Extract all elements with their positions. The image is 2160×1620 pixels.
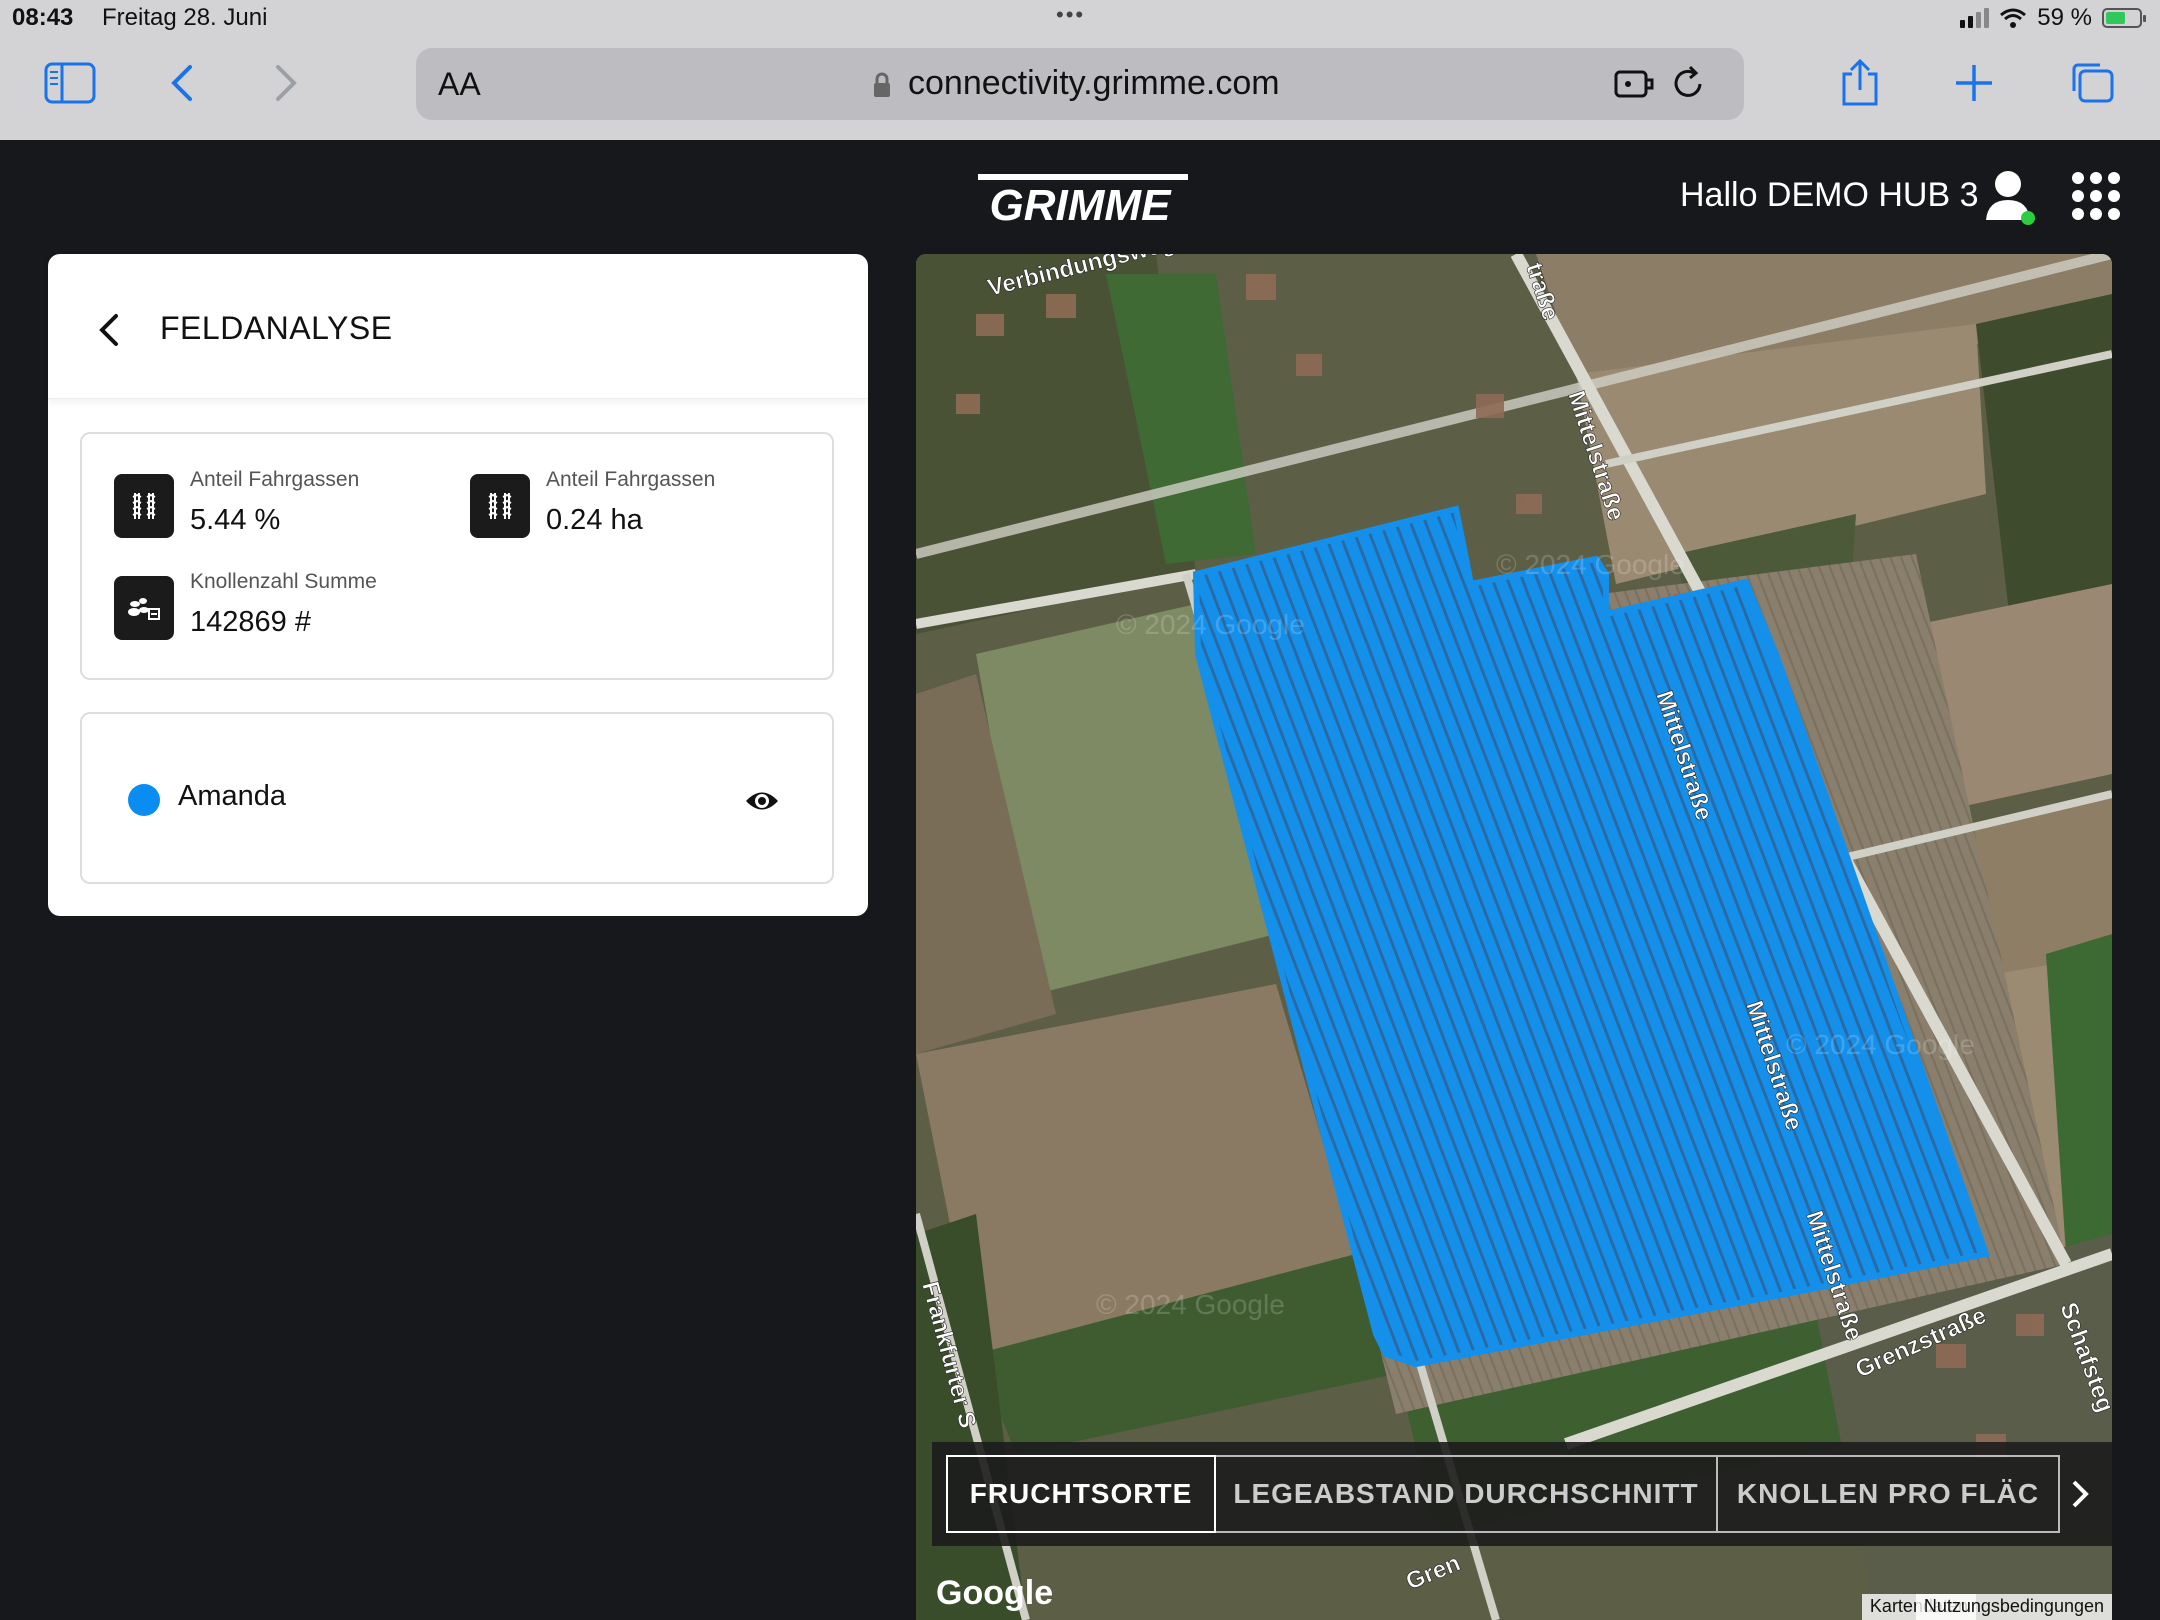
apps-grid-icon[interactable] xyxy=(2072,172,2120,220)
tramline-icon xyxy=(470,474,530,538)
share-button[interactable] xyxy=(1830,58,1890,108)
metric-label: Anteil Fahrgassen xyxy=(546,468,716,491)
chevron-right-icon xyxy=(276,65,297,101)
tramline-icon xyxy=(114,474,174,538)
google-logo: Google xyxy=(936,1574,1054,1612)
page-title: FELDANALYSE xyxy=(160,310,393,346)
address-bar[interactable]: AA connectivity.grimme.com xyxy=(416,48,1744,120)
user-greeting: Hallo DEMO HUB 3 xyxy=(1680,176,1979,214)
panel-header: FELDANALYSE xyxy=(48,254,868,399)
watermark: © 2024 Google xyxy=(1096,1289,1285,1320)
tab-fruchtsorte[interactable]: FRUCHTSORTE xyxy=(946,1455,1216,1533)
back-chevron-icon[interactable] xyxy=(94,310,122,350)
watermark: © 2024 Google xyxy=(1496,549,1685,580)
reader-extension-icon[interactable] xyxy=(1612,62,1656,106)
browser-chrome: 08:43 Freitag 28. Juni ••• 59 % AA conne… xyxy=(0,0,2160,140)
browser-back-button[interactable] xyxy=(152,58,212,108)
visibility-eye-icon[interactable] xyxy=(744,786,780,816)
watermark: © 2024 Google xyxy=(1116,609,1305,640)
metric-label: Knollenzahl Summe xyxy=(190,570,377,593)
user-avatar-icon[interactable] xyxy=(1984,168,2036,226)
metric-tuber-count: Knollenzahl Summe 142869 # xyxy=(114,570,444,640)
tubers-icon xyxy=(114,576,174,640)
tab-legeabstand[interactable]: LEGEABSTAND DURCHSCHNITT xyxy=(1216,1455,1718,1533)
metric-value: 5.44 % xyxy=(190,504,281,536)
layer-name: Amanda xyxy=(178,780,287,812)
tabs-overview-button[interactable] xyxy=(2062,58,2122,108)
status-time: 08:43 xyxy=(12,4,74,31)
tabs-icon xyxy=(2072,63,2114,103)
terms-link[interactable]: Nutzungsbedingungen xyxy=(1915,1594,2112,1620)
plus-icon xyxy=(1956,65,1992,101)
tab-knollen-pro-flaeche[interactable]: KNOLLEN PRO FLÄC xyxy=(1718,1455,2060,1533)
wifi-icon xyxy=(2000,8,2027,28)
metrics-card: Anteil Fahrgassen 5.44 % Anteil Fahrgass… xyxy=(80,432,834,680)
url-text[interactable]: connectivity.grimme.com xyxy=(908,64,1280,103)
battery-icon xyxy=(2102,8,2146,28)
metric-value: 142869 # xyxy=(190,606,311,638)
grimme-logo: GRIMME xyxy=(978,174,1188,224)
metric-tramline-share-percent: Anteil Fahrgassen 5.44 % xyxy=(114,468,444,538)
metric-tramline-share-area: Anteil Fahrgassen 0.24 ha xyxy=(470,468,800,538)
sidebar-icon xyxy=(44,62,96,104)
layer-card: Amanda xyxy=(80,712,834,884)
field-analysis-panel: FELDANALYSE Anteil Fahrgassen 5.44 % Ant… xyxy=(48,254,868,916)
new-tab-button[interactable] xyxy=(1944,58,2004,108)
chevron-left-icon xyxy=(171,65,192,101)
chevron-right-icon[interactable] xyxy=(2070,1476,2090,1512)
layer-color-dot xyxy=(128,784,160,816)
signal-icon xyxy=(1960,8,1990,28)
status-bar: 08:43 Freitag 28. Juni ••• 59 % xyxy=(0,0,2160,38)
logo-text: GRIMME xyxy=(990,181,1173,224)
satellite-map[interactable]: © 2024 Google © 2024 Google © 2024 Googl… xyxy=(916,254,2112,1620)
status-right: 59 % xyxy=(1960,4,2146,32)
metric-label: Anteil Fahrgassen xyxy=(190,468,360,491)
map-layer-tabs: FRUCHTSORTE LEGEABSTAND DURCHSCHNITT KNO… xyxy=(932,1442,2112,1546)
sidebar-toggle-button[interactable] xyxy=(40,58,100,108)
watermark: © 2024 Google xyxy=(1786,1029,1975,1060)
multitasking-dots[interactable]: ••• xyxy=(1056,2,1085,28)
text-size-button[interactable]: AA xyxy=(438,66,481,103)
map-imagery: © 2024 Google © 2024 Google © 2024 Googl… xyxy=(916,254,2112,1620)
battery-percent: 59 % xyxy=(2037,4,2092,31)
lock-icon xyxy=(874,72,890,97)
status-date: Freitag 28. Juni xyxy=(102,4,268,31)
metric-value: 0.24 ha xyxy=(546,504,643,536)
browser-forward-button[interactable] xyxy=(256,58,316,108)
reload-icon[interactable] xyxy=(1666,62,1710,106)
share-icon xyxy=(1842,58,1878,106)
